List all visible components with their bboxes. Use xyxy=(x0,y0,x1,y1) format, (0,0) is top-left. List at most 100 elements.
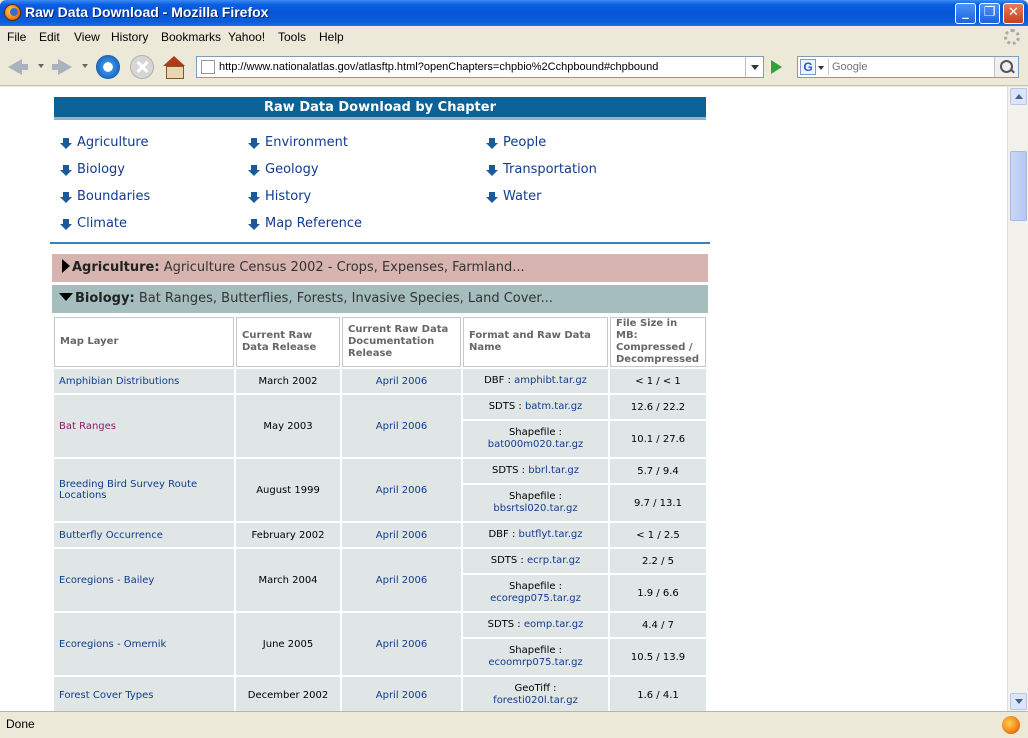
scrollbar-thumb[interactable] xyxy=(1010,151,1027,221)
status-text: Done xyxy=(6,717,35,731)
status-bar: Done xyxy=(0,711,1028,738)
chapter-link-environment[interactable]: Environment xyxy=(248,135,348,150)
menu-yahoo[interactable]: Yahoo! xyxy=(228,30,265,44)
format-label: SDTS : xyxy=(491,465,526,476)
documentation-link[interactable]: April 2006 xyxy=(376,639,427,650)
biology-layers-table: Map Layer Current Raw Data Release Curre… xyxy=(52,315,708,711)
chapter-link-climate[interactable]: Climate xyxy=(60,216,127,231)
download-file-link[interactable]: foresti020l.tar.gz xyxy=(493,695,578,706)
maximize-button[interactable]: ❐ xyxy=(979,3,1000,24)
forward-arrow-icon[interactable] xyxy=(50,55,74,79)
scroll-down-arrow-icon[interactable] xyxy=(1010,693,1027,710)
url-input[interactable] xyxy=(219,59,739,75)
chapter-link-people[interactable]: People xyxy=(486,135,546,150)
column-header-format-name: Format and Raw Data Name xyxy=(463,317,608,367)
google-engine-icon[interactable]: G xyxy=(800,59,816,75)
chapter-link-biology[interactable]: Biology xyxy=(60,162,125,177)
back-history-dropdown-icon[interactable] xyxy=(38,64,44,68)
documentation-release-cell: April 2006 xyxy=(342,677,461,711)
scroll-up-arrow-icon[interactable] xyxy=(1010,88,1027,105)
table-row: Ecoregions - Omernik June 2005 April 2006 S… xyxy=(54,613,706,675)
download-file-link[interactable]: ecoregp075.tar.gz xyxy=(490,593,581,604)
documentation-link[interactable]: April 2006 xyxy=(376,485,427,496)
menu-file[interactable]: File xyxy=(7,30,26,44)
url-dropdown-icon[interactable] xyxy=(745,57,763,77)
file-size-cell: 5.7 / 9.4 xyxy=(610,459,706,483)
raw-data-release-cell: February 2002 xyxy=(236,523,340,547)
chapter-link-map-reference[interactable]: Map Reference xyxy=(248,216,362,231)
search-input[interactable] xyxy=(828,59,988,75)
download-file-link[interactable]: eomp.tar.gz xyxy=(524,619,584,630)
documentation-link[interactable]: April 2006 xyxy=(376,575,427,586)
favicon-icon xyxy=(201,60,215,74)
column-header-map-layer: Map Layer xyxy=(54,317,234,367)
down-arrow-icon xyxy=(486,138,498,150)
go-arrow-icon[interactable] xyxy=(766,57,786,77)
map-layer-link[interactable]: Bat Ranges xyxy=(54,395,234,457)
map-layer-link[interactable]: Breeding Bird Survey Route Locations xyxy=(54,459,234,521)
page-content: Raw Data Download by Chapter Agriculture… xyxy=(0,87,1007,711)
download-file-link[interactable]: bbsrtsl020.tar.gz xyxy=(493,503,577,514)
resize-grip-icon[interactable] xyxy=(1016,726,1028,738)
down-arrow-icon xyxy=(248,138,260,150)
menu-edit[interactable]: Edit xyxy=(39,30,60,44)
chapter-link-water[interactable]: Water xyxy=(486,189,541,204)
download-file-link[interactable]: bat000m020.tar.gz xyxy=(488,439,584,450)
biology-section-label: Biology: xyxy=(75,291,135,306)
download-file-link[interactable]: amphibt.tar.gz xyxy=(514,375,587,386)
documentation-link[interactable]: April 2006 xyxy=(376,530,427,541)
agriculture-section-toggle[interactable]: Agriculture: Agriculture Census 2002 - C… xyxy=(52,254,708,282)
chapter-link-history[interactable]: History xyxy=(248,189,311,204)
chapter-link-geology[interactable]: Geology xyxy=(248,162,319,177)
menu-tools[interactable]: Tools xyxy=(278,30,306,44)
documentation-link[interactable]: April 2006 xyxy=(376,421,427,432)
download-file-link[interactable]: ecrp.tar.gz xyxy=(527,555,580,566)
documentation-release-cell: April 2006 xyxy=(342,613,461,675)
map-layer-link[interactable]: Ecoregions - Omernik xyxy=(54,613,234,675)
map-layer-link[interactable]: Amphibian Distributions xyxy=(54,369,234,393)
raw-data-release-cell: May 2003 xyxy=(236,395,340,457)
chapter-link-transportation[interactable]: Transportation xyxy=(486,162,597,177)
search-bar[interactable]: G xyxy=(797,56,1019,78)
raw-data-release-cell: March 2002 xyxy=(236,369,340,393)
raw-data-release-cell: March 2004 xyxy=(236,549,340,611)
minimize-button[interactable]: _ xyxy=(955,3,976,24)
throbber-icon xyxy=(1004,29,1020,45)
home-icon[interactable] xyxy=(162,55,186,79)
format-label: SDTS : xyxy=(487,619,521,630)
reload-icon[interactable] xyxy=(96,55,120,79)
map-layer-link[interactable]: Ecoregions - Bailey xyxy=(54,549,234,611)
documentation-link[interactable]: April 2006 xyxy=(376,690,427,701)
table-row: Bat Ranges May 2003 April 2006 SDTS : batm.… xyxy=(54,395,706,457)
format-cell: SDTS : bbrl.tar.gz xyxy=(463,459,608,483)
vertical-scrollbar[interactable] xyxy=(1007,87,1028,711)
search-magnifier-icon[interactable] xyxy=(994,57,1018,77)
file-size-cell: 1.9 / 6.6 xyxy=(610,575,706,611)
download-file-link[interactable]: ecoomrp075.tar.gz xyxy=(488,657,582,668)
back-arrow-icon[interactable] xyxy=(6,55,30,79)
table-row: Forest Cover Types December 2002 April 200… xyxy=(54,677,706,711)
stop-icon[interactable] xyxy=(130,55,154,79)
documentation-link[interactable]: April 2006 xyxy=(376,376,427,387)
forward-history-dropdown-icon[interactable] xyxy=(82,64,88,68)
map-layer-link[interactable]: Forest Cover Types xyxy=(54,677,234,711)
menu-bookmarks[interactable]: Bookmarks xyxy=(161,30,221,44)
download-file-link[interactable]: butflyt.tar.gz xyxy=(519,529,583,540)
search-engine-dropdown-icon[interactable] xyxy=(818,66,824,70)
download-file-link[interactable]: batm.tar.gz xyxy=(525,401,582,412)
map-layer-link[interactable]: Butterfly Occurrence xyxy=(54,523,234,547)
firefox-logo-icon xyxy=(4,4,21,21)
chapter-link-agriculture[interactable]: Agriculture xyxy=(60,135,149,150)
file-size-cell: 1.6 / 4.1 xyxy=(610,677,706,711)
table-row: Butterfly Occurrence February 2002 April 2… xyxy=(54,523,706,547)
menu-view[interactable]: View xyxy=(74,30,100,44)
biology-section-toggle[interactable]: Biology: Bat Ranges, Butterflies, Forest… xyxy=(52,285,708,313)
chapter-link-boundaries[interactable]: Boundaries xyxy=(60,189,150,204)
close-button[interactable]: ✕ xyxy=(1003,3,1024,24)
menu-help[interactable]: Help xyxy=(319,30,344,44)
format-label: Shapefile : xyxy=(508,645,563,656)
down-arrow-icon xyxy=(486,192,498,204)
menu-history[interactable]: History xyxy=(111,30,148,44)
url-bar[interactable] xyxy=(196,56,764,78)
download-file-link[interactable]: bbrl.tar.gz xyxy=(528,465,579,476)
